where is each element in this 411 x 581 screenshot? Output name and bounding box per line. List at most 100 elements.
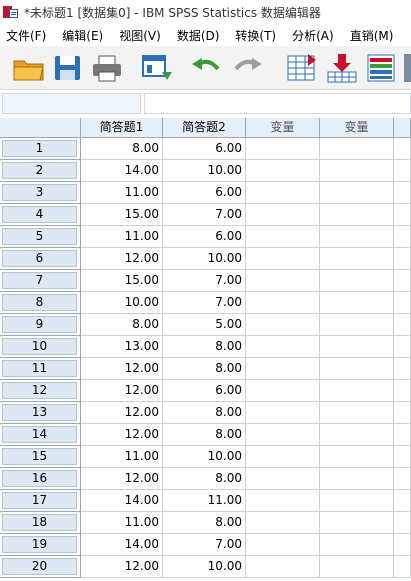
data-cell[interactable]: 12.00: [81, 424, 163, 446]
empty-cell[interactable]: [394, 314, 411, 336]
data-cell[interactable]: 7.00: [163, 204, 246, 226]
empty-cell[interactable]: [320, 468, 394, 490]
row-header[interactable]: 4: [0, 204, 81, 226]
empty-cell[interactable]: [320, 182, 394, 204]
empty-cell[interactable]: [320, 446, 394, 468]
data-cell[interactable]: 12.00: [81, 380, 163, 402]
data-cell[interactable]: 10.00: [163, 556, 246, 578]
empty-cell[interactable]: [320, 336, 394, 358]
data-cell[interactable]: 15.00: [81, 270, 163, 292]
empty-cell[interactable]: [246, 534, 320, 556]
data-cell[interactable]: 6.00: [163, 226, 246, 248]
data-cell[interactable]: 8.00: [81, 314, 163, 336]
data-cell[interactable]: 8.00: [163, 358, 246, 380]
row-header[interactable]: 10: [0, 336, 81, 358]
data-cell[interactable]: 14.00: [81, 490, 163, 512]
empty-cell[interactable]: [394, 402, 411, 424]
empty-cell[interactable]: [246, 336, 320, 358]
empty-cell[interactable]: [320, 358, 394, 380]
data-cell[interactable]: 11.00: [81, 446, 163, 468]
data-cell[interactable]: 10.00: [163, 248, 246, 270]
empty-cell[interactable]: [246, 292, 320, 314]
empty-cell[interactable]: [394, 248, 411, 270]
menu-transform[interactable]: 转换(T): [229, 27, 286, 44]
empty-cell[interactable]: [394, 358, 411, 380]
row-header[interactable]: 8: [0, 292, 81, 314]
empty-cell[interactable]: [394, 424, 411, 446]
empty-cell[interactable]: [394, 336, 411, 358]
column-header-var2[interactable]: 简答题2: [163, 118, 246, 138]
row-header[interactable]: 7: [0, 270, 81, 292]
data-cell[interactable]: 10.00: [163, 160, 246, 182]
empty-cell[interactable]: [394, 182, 411, 204]
cell-reference-field[interactable]: [2, 93, 141, 114]
data-cell[interactable]: 7.00: [163, 534, 246, 556]
menu-direct-marketing[interactable]: 直销(M): [344, 27, 404, 44]
data-cell[interactable]: 8.00: [163, 468, 246, 490]
data-cell[interactable]: 15.00: [81, 204, 163, 226]
empty-cell[interactable]: [320, 402, 394, 424]
data-cell[interactable]: 8.00: [163, 424, 246, 446]
empty-cell[interactable]: [394, 292, 411, 314]
data-cell[interactable]: 14.00: [81, 534, 163, 556]
empty-cell[interactable]: [246, 182, 320, 204]
undo-icon[interactable]: [190, 52, 222, 84]
data-cell[interactable]: 8.00: [81, 138, 163, 160]
data-cell[interactable]: 12.00: [81, 556, 163, 578]
open-folder-icon[interactable]: [12, 52, 46, 84]
empty-cell[interactable]: [246, 380, 320, 402]
empty-cell[interactable]: [320, 226, 394, 248]
goto-case-icon[interactable]: [286, 52, 320, 84]
empty-cell[interactable]: [320, 138, 394, 160]
row-header[interactable]: 16: [0, 468, 81, 490]
row-header[interactable]: 5: [0, 226, 81, 248]
empty-cell[interactable]: [320, 248, 394, 270]
toolbar-overflow-icon[interactable]: [404, 54, 411, 82]
empty-cell[interactable]: [246, 512, 320, 534]
empty-cell[interactable]: [246, 490, 320, 512]
row-header[interactable]: 18: [0, 512, 81, 534]
column-header-var1[interactable]: 简答题1: [81, 118, 163, 138]
row-header[interactable]: 2: [0, 160, 81, 182]
save-icon[interactable]: [52, 52, 84, 84]
data-cell[interactable]: 7.00: [163, 270, 246, 292]
empty-cell[interactable]: [320, 556, 394, 578]
empty-cell[interactable]: [320, 380, 394, 402]
empty-cell[interactable]: [320, 490, 394, 512]
menu-analyze[interactable]: 分析(A): [286, 27, 344, 44]
data-cell[interactable]: 12.00: [81, 402, 163, 424]
redo-icon[interactable]: [232, 52, 264, 84]
data-cell[interactable]: 12.00: [81, 358, 163, 380]
variables-icon[interactable]: [364, 52, 398, 84]
data-cell[interactable]: 5.00: [163, 314, 246, 336]
row-header[interactable]: 15: [0, 446, 81, 468]
data-cell[interactable]: 7.00: [163, 292, 246, 314]
empty-cell[interactable]: [246, 248, 320, 270]
data-cell[interactable]: 8.00: [163, 512, 246, 534]
empty-cell[interactable]: [394, 556, 411, 578]
data-cell[interactable]: 6.00: [163, 380, 246, 402]
column-header-empty-var[interactable]: 变量: [320, 118, 394, 138]
row-header[interactable]: 19: [0, 534, 81, 556]
data-cell[interactable]: 12.00: [81, 248, 163, 270]
data-cell[interactable]: 8.00: [163, 402, 246, 424]
row-header[interactable]: 9: [0, 314, 81, 336]
empty-cell[interactable]: [246, 424, 320, 446]
empty-cell[interactable]: [246, 226, 320, 248]
empty-cell[interactable]: [246, 358, 320, 380]
empty-cell[interactable]: [246, 204, 320, 226]
empty-cell[interactable]: [320, 512, 394, 534]
empty-cell[interactable]: [320, 270, 394, 292]
empty-cell[interactable]: [320, 160, 394, 182]
row-header[interactable]: 12: [0, 380, 81, 402]
empty-cell[interactable]: [246, 468, 320, 490]
data-cell[interactable]: 6.00: [163, 182, 246, 204]
data-cell[interactable]: 11.00: [81, 182, 163, 204]
row-header[interactable]: 6: [0, 248, 81, 270]
row-header[interactable]: 3: [0, 182, 81, 204]
empty-cell[interactable]: [246, 160, 320, 182]
row-header[interactable]: 13: [0, 402, 81, 424]
column-header-blank[interactable]: [394, 118, 411, 138]
empty-cell[interactable]: [394, 490, 411, 512]
empty-cell[interactable]: [394, 226, 411, 248]
